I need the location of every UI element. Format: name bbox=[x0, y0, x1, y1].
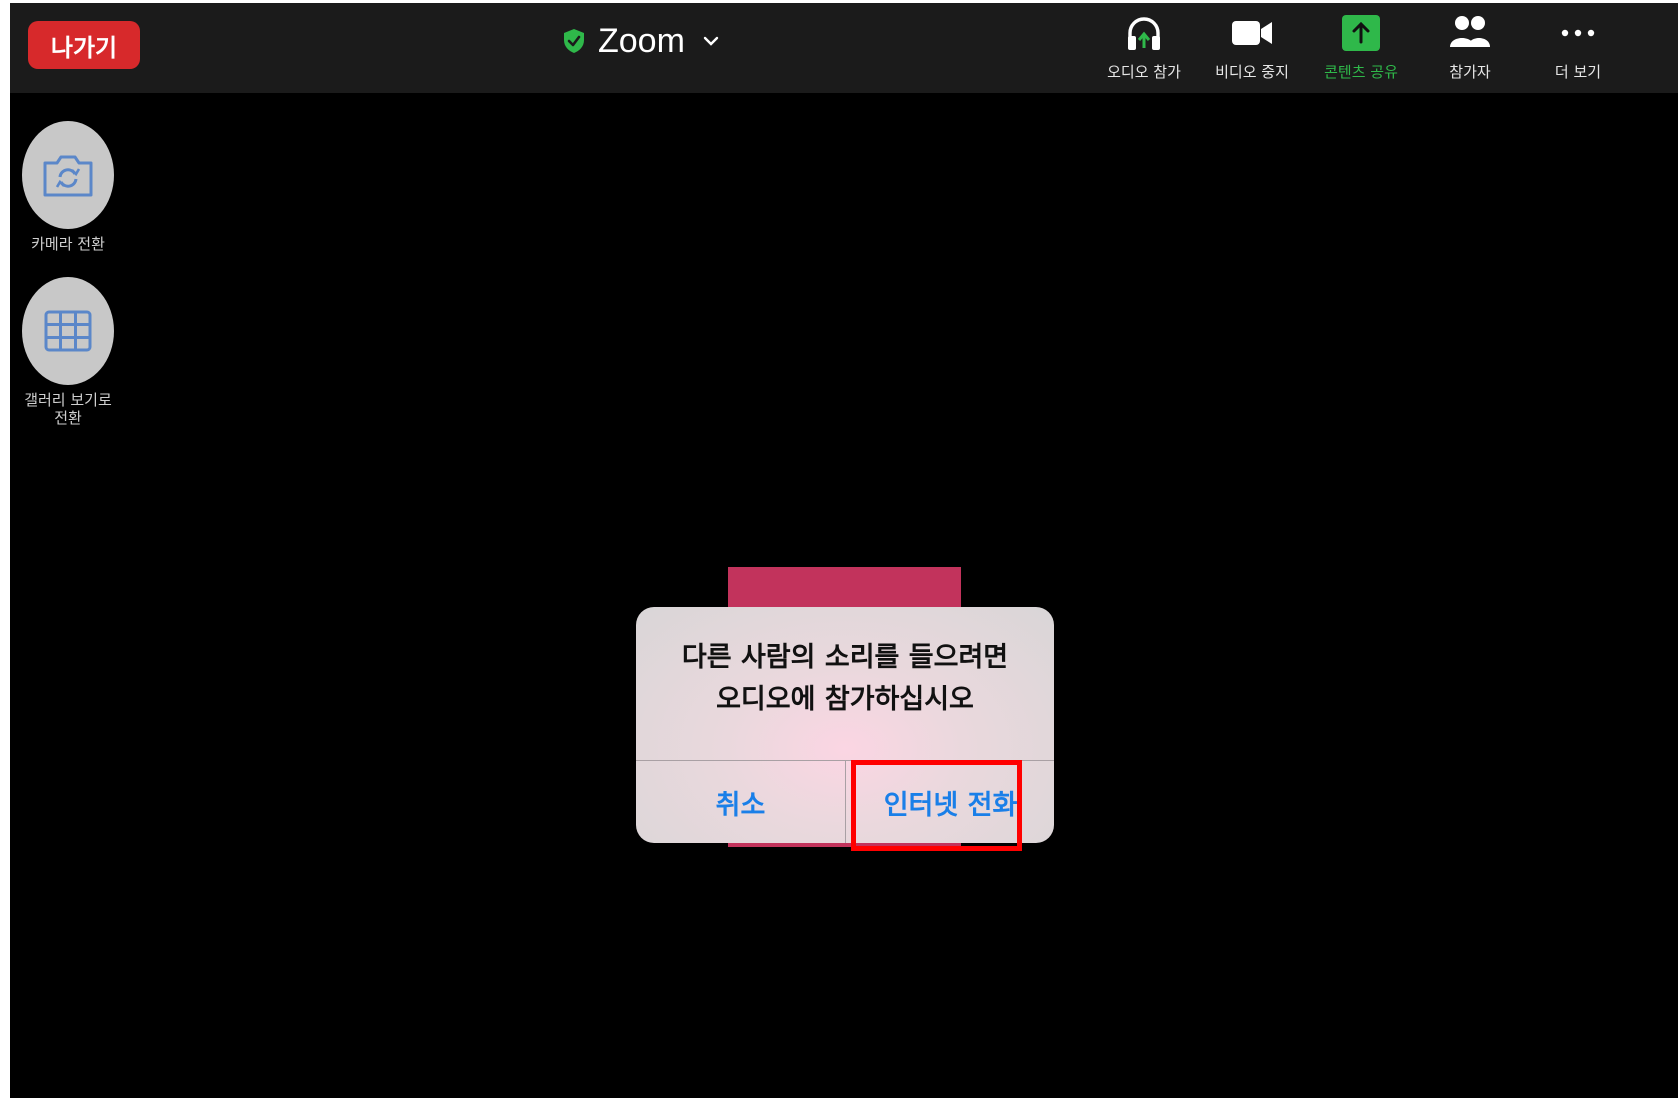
top-toolbar: 나가기 Zoom 오디오 참가 비디오 중지 콘텐츠 공유 참가자 더 보기 bbox=[10, 3, 1678, 93]
dialog-message-line1: 다른 사람의 소리를 들으려면 bbox=[681, 642, 1009, 673]
participants-label: 참가자 bbox=[1449, 63, 1491, 81]
meeting-title-text: Zoom bbox=[598, 21, 685, 60]
share-screen-icon bbox=[1342, 15, 1380, 51]
participants-icon bbox=[1450, 16, 1490, 47]
highlight-box bbox=[851, 760, 1022, 851]
gallery-grid-icon bbox=[44, 310, 92, 352]
switch-camera-label: 카메라 전환 bbox=[31, 235, 105, 253]
cancel-button[interactable]: 취소 bbox=[636, 761, 845, 843]
more-label: 더 보기 bbox=[1554, 63, 1602, 81]
gallery-view-button[interactable]: 갤러리 보기로 전환 bbox=[22, 277, 114, 427]
zoom-meeting-screen: 나가기 Zoom 오디오 참가 비디오 중지 콘텐츠 공유 참가자 더 보기 카… bbox=[10, 3, 1678, 1098]
share-content-button[interactable]: 콘텐츠 공유 bbox=[1311, 11, 1411, 82]
dialog-message-line2: 오디오에 참가하십시오 bbox=[716, 684, 974, 715]
dialog-message: 다른 사람의 소리를 들으려면 오디오에 참가하십시오 bbox=[636, 637, 1054, 721]
leave-button[interactable]: 나가기 bbox=[28, 21, 140, 69]
share-content-label: 콘텐츠 공유 bbox=[1324, 63, 1398, 81]
join-audio-label: 오디오 참가 bbox=[1107, 63, 1181, 81]
chevron-down-icon bbox=[703, 36, 719, 46]
security-shield-icon bbox=[564, 29, 584, 53]
participants-button[interactable]: 참가자 bbox=[1420, 11, 1520, 82]
switch-camera-icon bbox=[43, 155, 93, 197]
join-audio-button[interactable]: 오디오 참가 bbox=[1094, 11, 1194, 82]
video-camera-icon bbox=[1232, 21, 1272, 45]
more-icon bbox=[1561, 29, 1595, 37]
more-button[interactable]: 더 보기 bbox=[1528, 11, 1628, 82]
stop-video-label: 비디오 중지 bbox=[1215, 63, 1289, 81]
stop-video-button[interactable]: 비디오 중지 bbox=[1202, 11, 1302, 82]
switch-camera-button[interactable]: 카메라 전환 bbox=[22, 121, 114, 253]
meeting-title[interactable]: Zoom bbox=[562, 19, 719, 63]
headphones-icon bbox=[1128, 17, 1160, 50]
gallery-view-label: 갤러리 보기로 전환 bbox=[24, 391, 112, 427]
